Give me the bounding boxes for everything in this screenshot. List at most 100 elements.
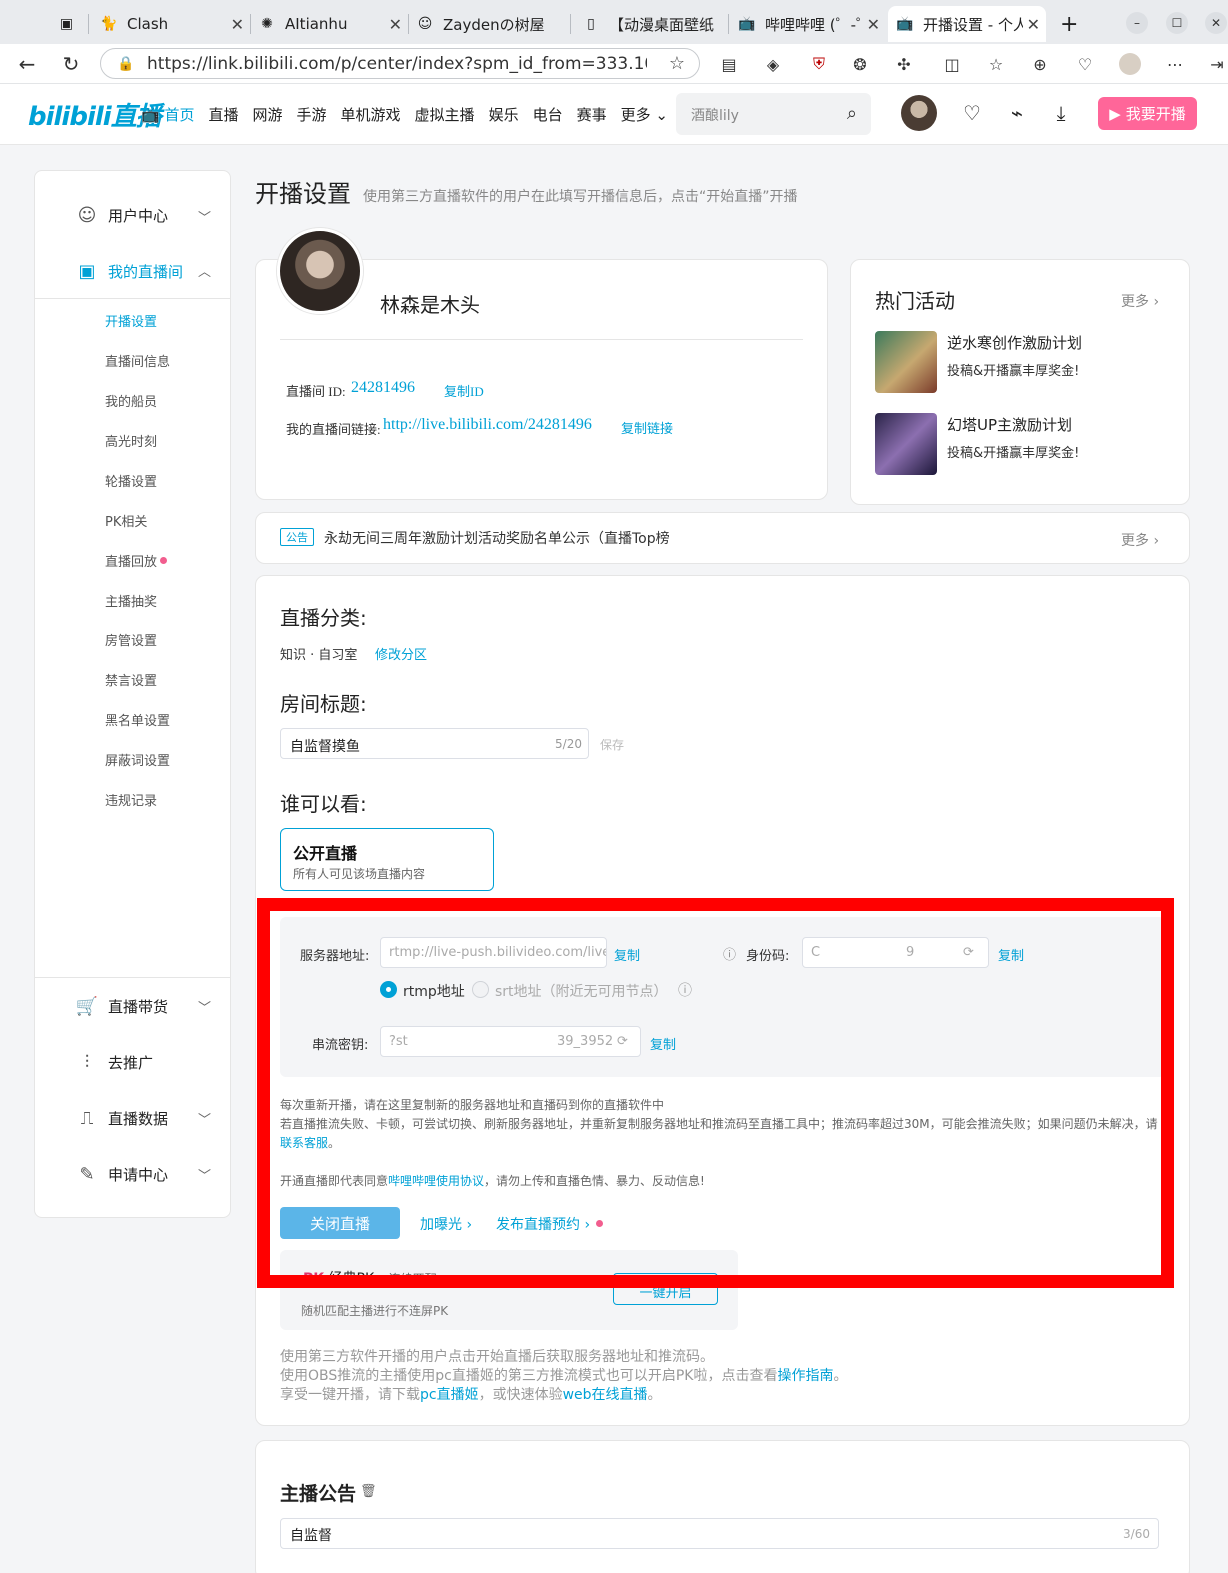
extension-icon[interactable]: ❂ bbox=[849, 53, 871, 75]
sidebar-group-my-live-room[interactable]: ▣ 我的直播间 bbox=[75, 261, 183, 282]
change-category-link[interactable]: 修改分区 bbox=[375, 644, 427, 663]
battery-icon[interactable]: ⌁ bbox=[1005, 101, 1029, 125]
sidebar-item-mute[interactable]: 禁言设置 bbox=[105, 670, 157, 689]
sidebar-group-apply[interactable]: ✎ 申请中心 bbox=[75, 1164, 168, 1185]
schedule-live-link[interactable]: 发布直播预约 › bbox=[496, 1214, 590, 1234]
save-title-button[interactable]: 保存 bbox=[600, 736, 624, 753]
activity-thumbnail[interactable] bbox=[875, 413, 937, 475]
sidebar-toggle-icon[interactable]: ⇥ bbox=[1206, 53, 1228, 75]
room-title-input[interactable]: 自监督摸鱼 5/20 bbox=[280, 728, 589, 759]
sidebar-group-data[interactable]: ⎍ 直播数据 bbox=[75, 1108, 168, 1129]
search-box[interactable]: 酒酿lily ⌕ bbox=[676, 93, 871, 135]
nav-mobile-games[interactable]: 手游 bbox=[297, 104, 327, 125]
back-button[interactable]: ← bbox=[13, 50, 41, 78]
pk-start-button[interactable]: 一键开启 bbox=[613, 1273, 718, 1305]
nav-online-games[interactable]: 网游 bbox=[253, 104, 283, 125]
user-avatar[interactable] bbox=[901, 95, 937, 131]
tab-actions-button[interactable]: ▣ bbox=[50, 6, 84, 42]
help-icon[interactable]: ⓘ bbox=[723, 944, 736, 963]
copy-id-button[interactable]: 复制ID bbox=[444, 381, 484, 400]
rtmp-radio[interactable] bbox=[380, 981, 397, 998]
tab-bilibili[interactable]: 📺 哔哩哔哩 (゜-゜ ✕ bbox=[730, 6, 886, 42]
web-live-link[interactable]: web在线直播 bbox=[563, 1387, 648, 1403]
copy-link-button[interactable]: 复制链接 bbox=[621, 418, 673, 437]
tab-aitianhu[interactable]: ✺ AItianhu ✕ bbox=[250, 6, 408, 42]
go-live-button[interactable]: ▶ 我要开播 bbox=[1098, 97, 1197, 130]
sidebar-item-pk[interactable]: PK相关 bbox=[105, 511, 147, 530]
chevron-down-icon[interactable]: ﹀ bbox=[198, 1165, 211, 1184]
ublock-icon[interactable]: ⛨ bbox=[808, 53, 830, 75]
srt-radio[interactable] bbox=[472, 981, 489, 998]
nav-esports[interactable]: 赛事 bbox=[577, 104, 607, 125]
profile-avatar[interactable] bbox=[1119, 53, 1141, 75]
search-icon[interactable]: ⌕ bbox=[847, 103, 857, 124]
public-live-option[interactable]: 公开直播 所有人可见该场直播内容 bbox=[280, 828, 494, 891]
close-window-button[interactable]: ✕ bbox=[1205, 12, 1227, 34]
sidebar-item-crew[interactable]: 我的船员 bbox=[105, 391, 157, 410]
agreement-link[interactable]: 哔哩哔哩使用协议 bbox=[388, 1174, 484, 1188]
tab-live-settings[interactable]: 📺 开播设置 - 个人 ✕ bbox=[888, 6, 1046, 42]
identity-code-input[interactable]: C 9 ⟳ bbox=[802, 937, 989, 968]
chevron-down-icon[interactable]: ﹀ bbox=[198, 997, 211, 1016]
copy-server-button[interactable]: 复制 bbox=[614, 945, 640, 964]
heart-icon[interactable]: ♡ bbox=[960, 101, 984, 125]
sidebar-group-promote[interactable]: ⫶ 去推广 bbox=[75, 1052, 153, 1073]
puzzle-icon[interactable]: ✣ bbox=[893, 53, 915, 75]
boost-exposure-link[interactable]: 加曝光 › bbox=[420, 1214, 472, 1234]
sidebar-item-carousel[interactable]: 轮播设置 bbox=[105, 471, 157, 490]
announcement-input[interactable]: 自监督 3/60 bbox=[280, 1518, 1159, 1549]
hot-more-link[interactable]: 更多 › bbox=[1121, 291, 1159, 311]
download-icon[interactable]: ⤓ bbox=[1049, 101, 1073, 125]
tab-zayden[interactable]: ☺ Zaydenの树屋 bbox=[408, 6, 568, 42]
sidebar-item-live-settings[interactable]: 开播设置 bbox=[105, 311, 157, 330]
chevron-up-icon[interactable]: ︿ bbox=[198, 261, 211, 280]
url-bar[interactable]: 🔒 https://link.bilibili.com/p/center/ind… bbox=[100, 48, 700, 79]
notice-text[interactable]: 永劫无间三周年激励计划活动奖励名单公示（直播Top榜 bbox=[324, 528, 670, 548]
server-address-input[interactable]: rtmp://live-push.bilivideo.com/live-bv bbox=[380, 937, 607, 968]
sidebar-item-moderators[interactable]: 房管设置 bbox=[105, 630, 157, 649]
maximize-button[interactable]: ☐ bbox=[1166, 12, 1188, 34]
sidebar-group-commerce[interactable]: 🛒 直播带货 bbox=[75, 996, 168, 1017]
contact-support-link[interactable]: 系客服 bbox=[292, 1136, 328, 1150]
new-tab-button[interactable]: + bbox=[1052, 6, 1082, 42]
notice-more-link[interactable]: 更多 › bbox=[1121, 530, 1159, 550]
minimize-button[interactable]: – bbox=[1126, 12, 1148, 34]
tab-close-icon[interactable]: ✕ bbox=[867, 15, 880, 34]
sidebar-item-blacklist[interactable]: 黑名单设置 bbox=[105, 710, 170, 729]
nav-radio[interactable]: 电台 bbox=[533, 104, 563, 125]
collections-icon[interactable]: ⊕ bbox=[1029, 53, 1051, 75]
split-screen-icon[interactable]: ◫ bbox=[941, 53, 963, 75]
refresh-icon[interactable]: ⟳ bbox=[617, 1034, 628, 1049]
tab-wallpaper[interactable]: ▯ 【动漫桌面壁纸 bbox=[574, 6, 728, 42]
favorites-icon[interactable]: ☆ bbox=[985, 53, 1007, 75]
sidebar-item-violations[interactable]: 违规记录 bbox=[105, 790, 157, 809]
trash-icon[interactable]: 🗑 bbox=[360, 1484, 377, 1499]
guide-link[interactable]: 操作指南 bbox=[777, 1368, 833, 1384]
activity-thumbnail[interactable] bbox=[875, 331, 937, 393]
nav-more[interactable]: 更多 ⌄ bbox=[621, 104, 668, 125]
chevron-down-icon[interactable]: ﹀ bbox=[198, 1109, 211, 1128]
help-icon[interactable]: ⓘ bbox=[678, 980, 692, 1000]
copy-identity-button[interactable]: 复制 bbox=[998, 945, 1024, 964]
more-icon[interactable]: ⋯ bbox=[1164, 53, 1186, 75]
activity-title[interactable]: 逆水寒创作激励计划 bbox=[947, 332, 1082, 353]
extension-icon[interactable]: ◈ bbox=[762, 53, 784, 75]
chevron-down-icon[interactable]: ﹀ bbox=[198, 207, 211, 226]
stream-key-input[interactable]: ?st 39_3952 ⟳ bbox=[380, 1026, 641, 1057]
pc-app-link[interactable]: pc直播姬 bbox=[420, 1387, 479, 1403]
reload-button[interactable]: ↻ bbox=[57, 50, 85, 78]
stop-live-button[interactable]: 关闭直播 bbox=[280, 1207, 400, 1239]
sidebar-group-user-center[interactable]: ☺ 用户中心 bbox=[75, 205, 168, 226]
nav-home[interactable]: 📺 首页 bbox=[141, 104, 194, 125]
activity-title[interactable]: 幻塔UP主激励计划 bbox=[947, 414, 1072, 435]
sidebar-item-blocked-words[interactable]: 屏蔽词设置 bbox=[105, 750, 170, 769]
tab-close-icon[interactable]: ✕ bbox=[231, 15, 244, 34]
tab-clash[interactable]: 🐈 Clash ✕ bbox=[92, 6, 250, 42]
sidebar-item-replay[interactable]: 直播回放 bbox=[105, 551, 168, 570]
sidebar-item-highlights[interactable]: 高光时刻 bbox=[105, 431, 157, 450]
nav-entertainment[interactable]: 娱乐 bbox=[489, 104, 519, 125]
room-link-value[interactable]: http://live.bilibili.com/24281496 bbox=[383, 416, 592, 434]
nav-vtuber[interactable]: 虚拟主播 bbox=[415, 104, 475, 125]
copy-key-button[interactable]: 复制 bbox=[650, 1034, 676, 1053]
sidebar-item-lottery[interactable]: 主播抽奖 bbox=[105, 591, 157, 610]
